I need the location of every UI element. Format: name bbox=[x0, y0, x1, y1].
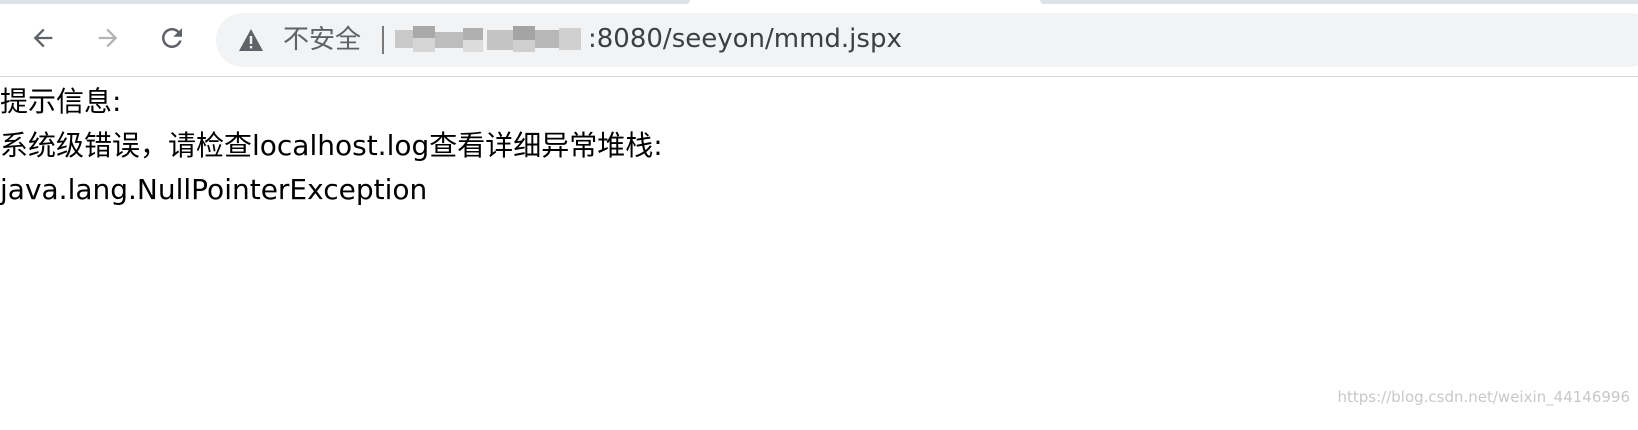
tab-strip-edge-left bbox=[0, 0, 690, 4]
address-bar[interactable]: 不安全 :8080/seeyon/mmd.jspx bbox=[216, 13, 1638, 67]
exception-name: java.lang.NullPointerException bbox=[0, 173, 428, 206]
error-message: 系统级错误，请检查localhost.log查看详细异常堆栈: bbox=[0, 129, 663, 162]
url-text[interactable]: :8080/seeyon/mmd.jspx bbox=[588, 24, 902, 54]
warning-triangle-icon[interactable] bbox=[238, 28, 264, 52]
back-button[interactable] bbox=[23, 18, 63, 58]
reload-icon bbox=[162, 28, 182, 48]
arrow-right-icon bbox=[98, 28, 118, 48]
address-separator bbox=[382, 26, 384, 54]
reload-button[interactable] bbox=[152, 18, 192, 58]
arrow-left-icon bbox=[33, 28, 53, 48]
watermark: https://blog.csdn.net/weixin_44146996 bbox=[1337, 388, 1630, 406]
redacted-host bbox=[395, 26, 583, 54]
tab-strip-edge-right bbox=[1040, 0, 1638, 4]
security-status-label[interactable]: 不安全 bbox=[283, 25, 361, 55]
info-heading: 提示信息: bbox=[0, 85, 122, 118]
browser-toolbar: 不安全 :8080/seeyon/mmd.jspx bbox=[0, 0, 1638, 77]
page-content: 提示信息: 系统级错误，请检查localhost.log查看详细异常堆栈: ja… bbox=[0, 80, 663, 212]
forward-button[interactable] bbox=[88, 18, 128, 58]
